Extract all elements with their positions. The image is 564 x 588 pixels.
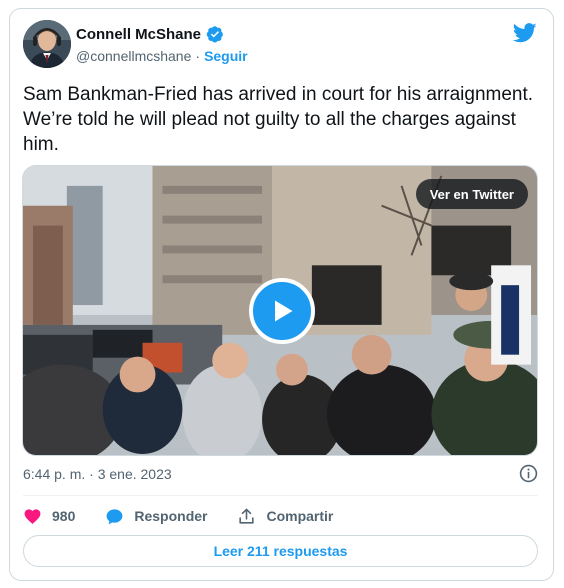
tweet-card: Connell McShane @connellmcshane · Seguir… — [9, 8, 554, 581]
reply-button[interactable]: Responder — [105, 507, 207, 526]
share-button[interactable]: Compartir — [237, 507, 333, 526]
speech-bubble-icon — [106, 508, 123, 524]
watch-on-twitter-button[interactable]: Ver en Twitter — [415, 179, 528, 209]
tweet-text: Sam Bankman-Fried has arrived in court f… — [23, 84, 534, 155]
play-icon — [275, 300, 293, 322]
like-button[interactable]: 980 — [23, 507, 75, 526]
tweet-meta: 6:44 p. m. · 3 ene. 2023 — [23, 464, 538, 483]
tweet-timestamp[interactable]: 6:44 p. m. · 3 ene. 2023 — [23, 466, 172, 482]
verified-badge-icon — [206, 26, 223, 43]
video-player[interactable]: Ver en Twitter — [22, 165, 538, 456]
like-count: 980 — [52, 508, 76, 524]
read-replies-button[interactable]: Leer 211 respuestas — [23, 535, 538, 567]
author-name[interactable]: Connell McShane — [76, 26, 201, 43]
reply-label: Responder — [134, 508, 208, 524]
avatar-image — [23, 20, 71, 68]
avatar[interactable] — [23, 20, 71, 68]
play-button[interactable] — [249, 278, 315, 344]
tweet-actions: 980 Responder Compartir — [23, 505, 363, 527]
share-icon — [239, 508, 255, 524]
twitter-bird-icon[interactable] — [513, 23, 537, 43]
author-name-row: Connell McShane — [76, 25, 224, 43]
separator-dot: · — [195, 48, 201, 64]
info-icon[interactable] — [519, 464, 538, 483]
author-handle[interactable]: @connellmcshane — [76, 48, 191, 64]
author-handle-row: @connellmcshane · Seguir — [76, 48, 248, 64]
share-label: Compartir — [266, 508, 334, 524]
divider — [23, 495, 538, 496]
heart-icon — [24, 508, 41, 524]
follow-button[interactable]: Seguir — [204, 48, 248, 64]
